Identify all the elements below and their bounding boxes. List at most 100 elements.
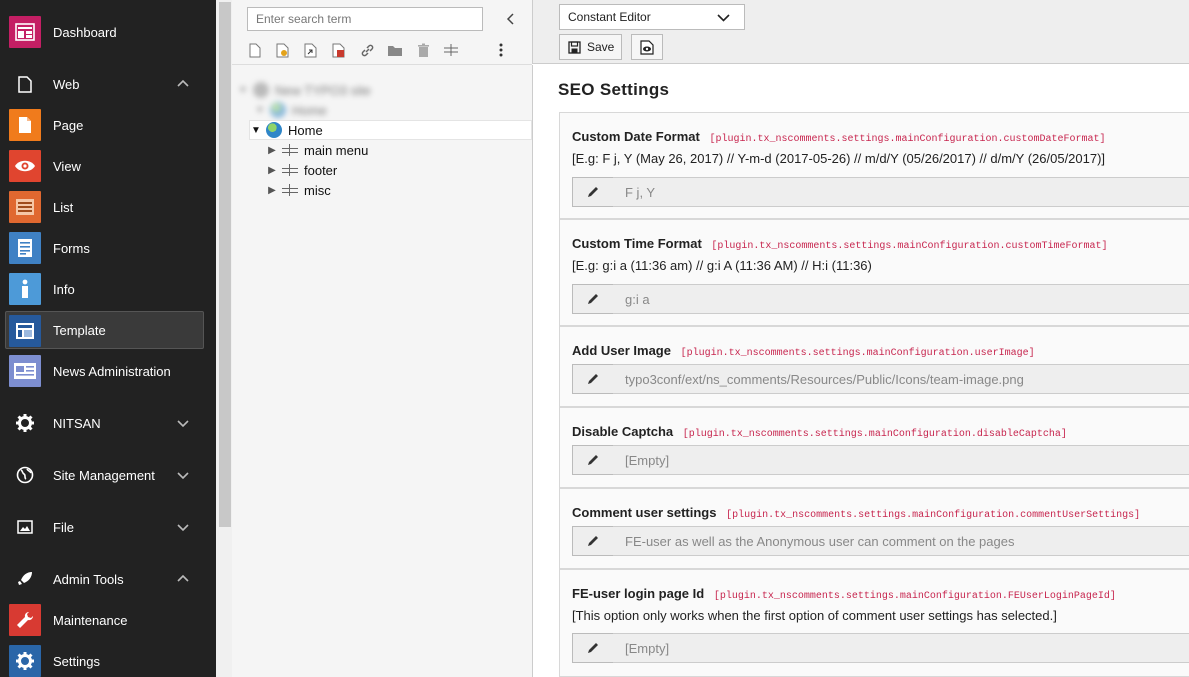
spacer-icon bbox=[282, 144, 298, 156]
chevron-down-icon bbox=[177, 472, 189, 480]
module-menu-scrollbar[interactable] bbox=[216, 0, 232, 677]
module-info[interactable]: Info bbox=[0, 270, 216, 308]
edit-constant-button[interactable] bbox=[572, 284, 614, 314]
news-icon bbox=[9, 355, 41, 387]
spacer-icon bbox=[282, 164, 298, 176]
spacer-icon bbox=[282, 184, 298, 196]
module-label: Settings bbox=[53, 653, 100, 669]
pencil-icon bbox=[588, 536, 598, 546]
group-site-management[interactable]: Site Management bbox=[0, 456, 216, 494]
spacer-icon[interactable] bbox=[442, 41, 460, 59]
constant-value[interactable]: [Empty] bbox=[613, 445, 1189, 475]
constant-key: [plugin.tx_nscomments.settings.mainConfi… bbox=[713, 591, 1116, 602]
constant-header: FE-user login page Id [plugin.tx_nscomme… bbox=[572, 586, 1116, 602]
save-label: Save bbox=[587, 40, 615, 54]
chevron-down-icon bbox=[717, 14, 730, 22]
module-dashboard[interactable]: Dashboard bbox=[0, 13, 216, 51]
link-icon[interactable] bbox=[358, 41, 376, 59]
tree-node-misc[interactable]: ▶ misc bbox=[266, 180, 331, 200]
tree-toolbar-divider bbox=[232, 64, 532, 65]
group-label: Site Management bbox=[53, 467, 155, 483]
module-list[interactable]: List bbox=[0, 188, 216, 226]
tree-toggle-icon[interactable]: ▼ bbox=[250, 125, 262, 136]
constant-name: Disable Captcha bbox=[572, 424, 674, 439]
trash-icon[interactable] bbox=[414, 41, 432, 59]
group-file[interactable]: File bbox=[0, 508, 216, 546]
constant-header: Comment user settings [plugin.tx_nscomme… bbox=[572, 505, 1140, 521]
list-icon bbox=[9, 191, 41, 223]
tree-node-main-menu[interactable]: ▶ main menu bbox=[266, 140, 368, 160]
pencil-icon bbox=[588, 187, 598, 197]
constant-value[interactable]: [Empty] bbox=[613, 633, 1189, 663]
save-button[interactable]: Save bbox=[559, 34, 622, 60]
group-admin-tools[interactable]: Admin Tools bbox=[0, 560, 216, 598]
tree-toggle-icon[interactable]: ▼ bbox=[237, 85, 249, 96]
gear-icon bbox=[9, 407, 41, 439]
tree-search-input[interactable] bbox=[247, 7, 483, 31]
edit-constant-button[interactable] bbox=[572, 526, 614, 556]
constant-description: [E.g: F j, Y (May 26, 2017) // Y-m-d (20… bbox=[572, 151, 1106, 166]
tree-node-label: Home bbox=[288, 122, 323, 138]
constant-key: [plugin.tx_nscomments.settings.mainConfi… bbox=[726, 510, 1141, 521]
tree-toggle-icon[interactable]: ▼ bbox=[254, 105, 266, 116]
new-folder-page-icon[interactable] bbox=[274, 41, 292, 59]
constant-description: [E.g: g:i a (11:36 am) // g:i A (11:36 A… bbox=[572, 258, 872, 273]
view-webpage-button[interactable] bbox=[631, 34, 663, 60]
module-news-administration[interactable]: News Administration bbox=[0, 352, 216, 390]
scrollbar-thumb[interactable] bbox=[219, 2, 231, 527]
module-menu: Dashboard Web Page View List Forms Info … bbox=[0, 0, 216, 677]
edit-constant-button[interactable] bbox=[572, 445, 614, 475]
file-icon bbox=[9, 68, 41, 100]
tree-node-home[interactable]: ▼ Home bbox=[249, 120, 532, 140]
edit-constant-button[interactable] bbox=[572, 633, 614, 663]
pencil-icon bbox=[588, 455, 598, 465]
module-forms[interactable]: Forms bbox=[0, 229, 216, 267]
tree-node-footer[interactable]: ▶ footer bbox=[266, 160, 337, 180]
view-page-icon bbox=[640, 39, 654, 55]
new-shortcut-icon[interactable] bbox=[330, 41, 348, 59]
module-template[interactable]: Template bbox=[5, 311, 204, 349]
constant-name: Custom Time Format bbox=[572, 236, 702, 251]
wrench-icon bbox=[9, 604, 41, 636]
constant-description: [This option only works when the first o… bbox=[572, 608, 1057, 623]
module-settings[interactable]: Settings bbox=[0, 642, 216, 677]
chevron-down-icon bbox=[177, 420, 189, 428]
gear-icon bbox=[9, 645, 41, 677]
module-label: Page bbox=[53, 117, 84, 133]
save-icon bbox=[568, 40, 581, 54]
tree-node-site-root[interactable]: ▼ New TYPO3 site bbox=[237, 80, 371, 100]
page-tree-panel: ▼ New TYPO3 site ▼ Home ▼ Home ▶ main me… bbox=[232, 0, 543, 677]
constant-custom-time-format: Custom Time Format [plugin.tx_nscomments… bbox=[559, 219, 1189, 326]
module-page[interactable]: Page bbox=[0, 106, 216, 144]
group-web[interactable]: Web bbox=[0, 65, 216, 103]
tree-toggle-icon[interactable]: ▶ bbox=[266, 145, 278, 156]
constant-name: Comment user settings bbox=[572, 505, 717, 520]
module-label: Maintenance bbox=[53, 612, 128, 628]
constant-value[interactable]: typo3conf/ext/ns_comments/Resources/Publ… bbox=[613, 364, 1189, 394]
constant-name: FE-user login page Id bbox=[572, 586, 705, 601]
tree-node-blurred-home[interactable]: ▼ Home bbox=[254, 100, 327, 120]
new-page-icon[interactable] bbox=[246, 41, 264, 59]
module-maintenance[interactable]: Maintenance bbox=[0, 601, 216, 639]
collapse-tree-button[interactable] bbox=[504, 10, 518, 28]
constant-value[interactable]: FE-user as well as the Anonymous user ca… bbox=[613, 526, 1189, 556]
edit-constant-button[interactable] bbox=[572, 364, 614, 394]
new-link-page-icon[interactable] bbox=[302, 41, 320, 59]
constant-value[interactable]: F j, Y bbox=[613, 177, 1189, 207]
tree-toggle-icon[interactable]: ▶ bbox=[266, 185, 278, 196]
module-view[interactable]: View bbox=[0, 147, 216, 185]
group-nitsan[interactable]: NITSAN bbox=[0, 404, 216, 442]
site-icon bbox=[253, 82, 269, 98]
globe-icon bbox=[270, 102, 286, 118]
tree-toggle-icon[interactable]: ▶ bbox=[266, 165, 278, 176]
info-icon bbox=[9, 273, 41, 305]
more-icon[interactable] bbox=[492, 41, 510, 59]
constant-custom-date-format: Custom Date Format [plugin.tx_nscomments… bbox=[559, 112, 1189, 219]
template-icon bbox=[9, 315, 41, 347]
folder-icon[interactable] bbox=[386, 41, 404, 59]
constant-key: [plugin.tx_nscomments.settings.mainConfi… bbox=[711, 241, 1108, 252]
constant-value[interactable]: g:i a bbox=[613, 284, 1189, 314]
edit-constant-button[interactable] bbox=[572, 177, 614, 207]
constant-header: Disable Captcha [plugin.tx_nscomments.se… bbox=[572, 424, 1067, 440]
function-select[interactable]: Constant Editor bbox=[559, 4, 745, 30]
